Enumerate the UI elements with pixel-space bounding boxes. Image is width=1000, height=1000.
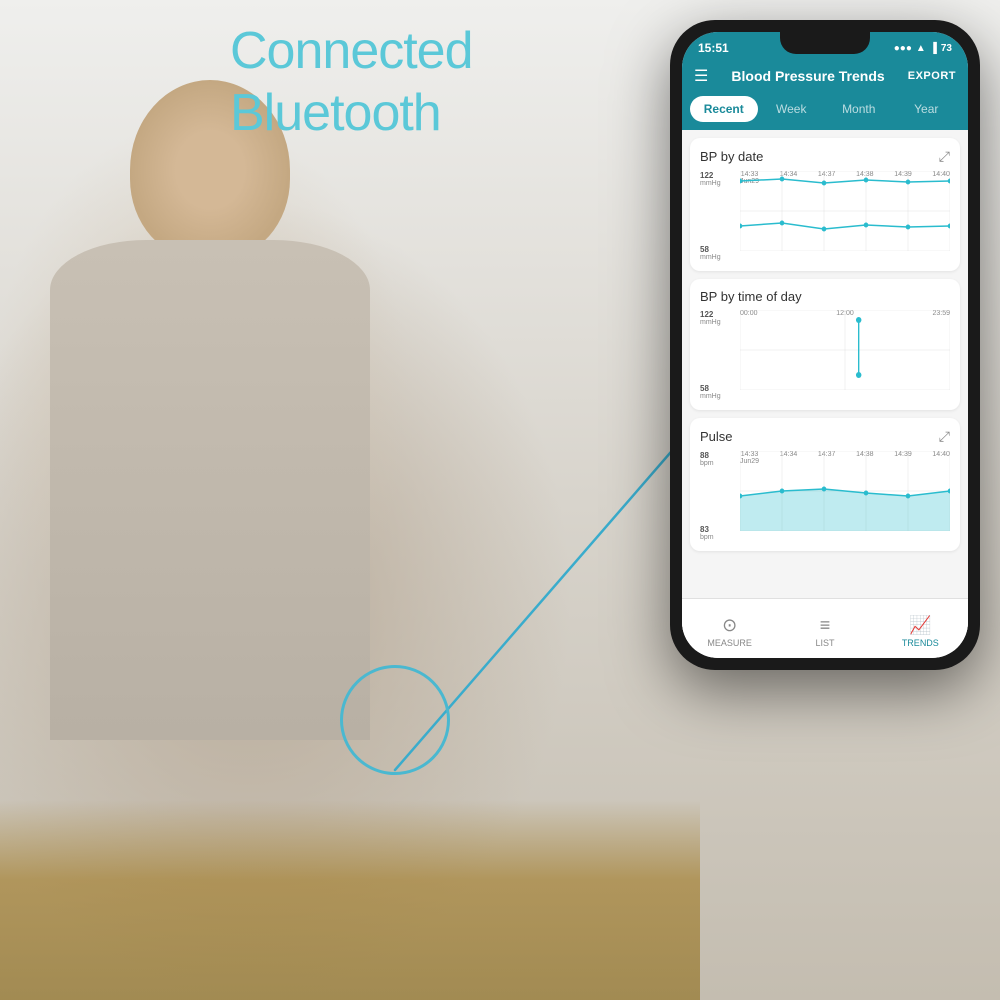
chart2-y-bottom: 58 mmHg <box>700 384 740 400</box>
chart1-area: 122 mmHg 58 mmHg <box>700 171 950 261</box>
chart1-plot <box>740 171 950 251</box>
chart2-y-axis: 122 mmHg 58 mmHg <box>700 310 740 400</box>
chart3-area: 88 bpm 83 bpm <box>700 451 950 541</box>
signal-icon: ●●● <box>894 43 912 54</box>
menu-button[interactable]: ☰ <box>694 66 708 86</box>
nav-measure-label: MEASURE <box>707 638 752 648</box>
phone-screen: 15:51 ●●● ▲ ▐ 73 ☰ Blood Pressure Trends… <box>682 32 968 658</box>
headline-line1: Connected <box>230 20 473 82</box>
nav-list-label: LIST <box>815 638 834 648</box>
app-header: ☰ Blood Pressure Trends EXPORT <box>682 60 968 96</box>
chart3-y-top: 88 bpm <box>700 451 740 467</box>
chart2-header: BP by time of day <box>700 289 950 304</box>
pulse-card: Pulse ⤢ 88 bpm 83 bpm <box>690 418 960 551</box>
bp-by-date-card: BP by date ⤢ 122 mmHg 58 mmHg <box>690 138 960 271</box>
content-area: BP by date ⤢ 122 mmHg 58 mmHg <box>682 130 968 641</box>
nav-trends-label: TRENDS <box>902 638 939 648</box>
bp-by-time-card: BP by time of day 122 mmHg 58 mmHg <box>690 279 960 410</box>
chart1-y-bottom: 58 mmHg <box>700 245 740 261</box>
wifi-icon: ▲ <box>916 43 926 54</box>
phone-circle-highlight <box>340 665 450 775</box>
bottom-nav: ⊙ MEASURE ≡ LIST 📈 TRENDS <box>682 598 968 658</box>
headline: Connected Bluetooth <box>230 20 473 145</box>
phone-frame: 15:51 ●●● ▲ ▐ 73 ☰ Blood Pressure Trends… <box>670 20 980 670</box>
tab-bar: Recent Week Month Year <box>682 96 968 130</box>
list-icon: ≡ <box>820 615 831 636</box>
chart1-expand-icon[interactable]: ⤢ <box>939 148 950 165</box>
chart3-header: Pulse ⤢ <box>700 428 950 445</box>
person-body <box>50 240 370 740</box>
chart2-y-top: 122 mmHg <box>700 310 740 326</box>
chart1-title: BP by date <box>700 149 763 164</box>
chart1-y-top: 122 mmHg <box>700 171 740 187</box>
chart2-area: 122 mmHg 58 mmHg <box>700 310 950 400</box>
chart1-y-axis: 122 mmHg 58 mmHg <box>700 171 740 261</box>
headline-line2: Bluetooth <box>230 82 473 144</box>
chart3-plot <box>740 451 950 531</box>
measure-icon: ⊙ <box>722 615 737 636</box>
chart3-expand-icon[interactable]: ⤢ <box>939 428 950 445</box>
chart1-header: BP by date ⤢ <box>700 148 950 165</box>
tab-month[interactable]: Month <box>825 96 893 122</box>
tab-year[interactable]: Year <box>893 96 961 122</box>
app-title: Blood Pressure Trends <box>731 68 884 84</box>
table-surface <box>0 800 700 1000</box>
tab-week[interactable]: Week <box>758 96 826 122</box>
chart3-y-bottom: 83 bpm <box>700 525 740 541</box>
trends-icon: 📈 <box>909 615 931 636</box>
chart2-plot <box>740 310 950 390</box>
tab-recent[interactable]: Recent <box>690 96 758 122</box>
phone-notch <box>780 32 870 54</box>
export-button[interactable]: EXPORT <box>908 70 956 82</box>
nav-measure[interactable]: ⊙ MEASURE <box>682 609 777 648</box>
nav-trends[interactable]: 📈 TRENDS <box>873 609 968 648</box>
chart3-y-axis: 88 bpm 83 bpm <box>700 451 740 541</box>
chart3-title: Pulse <box>700 429 733 444</box>
battery-icon: ▐ <box>930 43 937 54</box>
chart2-title: BP by time of day <box>700 289 802 304</box>
battery-level: 73 <box>941 43 952 54</box>
nav-list[interactable]: ≡ LIST <box>777 609 872 648</box>
status-time: 15:51 <box>698 41 729 55</box>
status-icons: ●●● ▲ ▐ 73 <box>894 43 952 54</box>
